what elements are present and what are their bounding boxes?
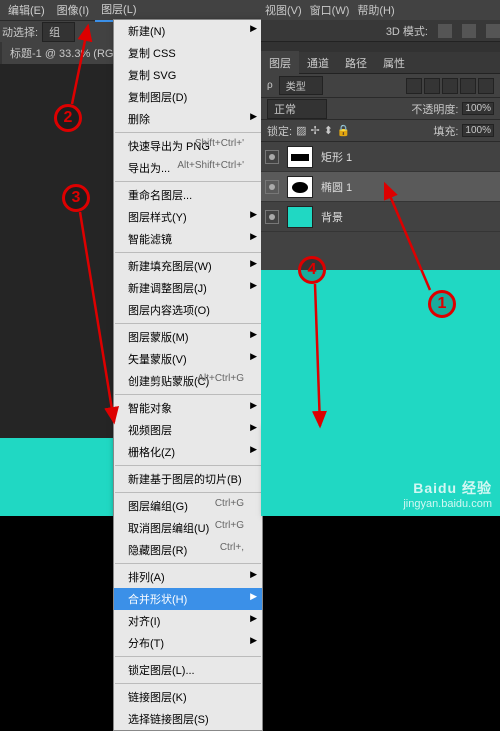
blend-mode-dropdown[interactable]: 正常: [267, 99, 327, 119]
menu-item[interactable]: 取消图层编组(U)Ctrl+G: [114, 517, 262, 539]
lock-icon[interactable]: ▨: [296, 124, 306, 137]
autoselect-dropdown[interactable]: 组: [42, 22, 75, 42]
annotation-2: 2: [54, 104, 82, 132]
layer-name: 矩形 1: [321, 149, 352, 165]
menu-item[interactable]: 矢量蒙版(V)▶: [114, 348, 262, 370]
menu-item[interactable]: 复制 CSS: [114, 42, 262, 64]
layer-menu: 新建(N)▶复制 CSS复制 SVG复制图层(D)删除▶ 快速导出为 PNGShi…: [113, 19, 263, 731]
menu-item[interactable]: 复制 SVG: [114, 64, 262, 86]
menu-item[interactable]: 图层编组(G)Ctrl+G: [114, 495, 262, 517]
menu-edit[interactable]: 编辑(E): [2, 0, 51, 21]
layer-row[interactable]: 矩形 1: [261, 142, 500, 172]
watermark: Baidu 经验 jingyan.baidu.com: [403, 478, 492, 510]
filter-btn-3[interactable]: [442, 78, 458, 94]
menu-item[interactable]: 复制图层(D): [114, 86, 262, 108]
tab-layers[interactable]: 图层: [261, 51, 299, 75]
mode3d-icon-2[interactable]: [462, 24, 476, 38]
lock-label: 锁定:: [267, 123, 292, 139]
menu-item[interactable]: 合并形状(H)▶: [114, 588, 262, 610]
lock-position-icon[interactable]: ⬍: [324, 124, 333, 137]
menu-item[interactable]: 图层样式(Y)▶: [114, 206, 262, 228]
lock-move-icon[interactable]: ✢: [310, 124, 319, 137]
blend-row: 正常 不透明度: 100%: [261, 98, 500, 120]
layer-row[interactable]: 背景: [261, 202, 500, 232]
visibility-icon[interactable]: [265, 180, 279, 194]
visibility-icon[interactable]: [265, 210, 279, 224]
filter-kind-dropdown[interactable]: 类型: [279, 76, 323, 95]
fill-label: 填充:: [433, 123, 458, 139]
menu-help[interactable]: 帮助(H): [357, 2, 394, 18]
lock-row: 锁定: ▨ ✢ ⬍ 🔒 填充: 100%: [261, 120, 500, 142]
menu-item[interactable]: 导出为...Alt+Shift+Ctrl+': [114, 157, 262, 179]
menu-item[interactable]: 排列(A)▶: [114, 566, 262, 588]
menu-item[interactable]: 链接图层(K): [114, 686, 262, 708]
menu-item[interactable]: 新建基于图层的切片(B): [114, 468, 262, 490]
visibility-icon[interactable]: [265, 150, 279, 164]
annotation-3: 3: [62, 184, 90, 212]
mode-3d-label: 3D 模式:: [386, 23, 428, 39]
menu-item[interactable]: 锁定图层(L)...: [114, 659, 262, 681]
menu-item[interactable]: 智能滤镜▶: [114, 228, 262, 250]
filter-btn-2[interactable]: [424, 78, 440, 94]
menu-item[interactable]: 新建调整图层(J)▶: [114, 277, 262, 299]
annotation-4: 4: [298, 256, 326, 284]
layer-list: 矩形 1 椭圆 1 背景: [261, 142, 500, 232]
menu-image[interactable]: 图像(I): [51, 0, 95, 21]
autoselect-label: 动选择:: [2, 24, 38, 40]
layer-name: 背景: [321, 209, 343, 225]
menu-window[interactable]: 窗口(W): [310, 2, 350, 18]
watermark-url: jingyan.baidu.com: [403, 498, 492, 510]
menu-item[interactable]: 快速导出为 PNGShift+Ctrl+': [114, 135, 262, 157]
menu-item[interactable]: 图层内容选项(O): [114, 299, 262, 321]
lock-all-icon[interactable]: 🔒: [337, 124, 351, 137]
menu-item[interactable]: 栅格化(Z)▶: [114, 441, 262, 463]
menu-item[interactable]: 新建填充图层(W)▶: [114, 255, 262, 277]
menu-item[interactable]: 智能对象▶: [114, 397, 262, 419]
watermark-brand: Baidu 经验: [403, 478, 492, 498]
layer-thumb: [287, 176, 313, 198]
filter-btn-4[interactable]: [460, 78, 476, 94]
layer-name: 椭圆 1: [321, 179, 352, 195]
layer-row[interactable]: 椭圆 1: [261, 172, 500, 202]
tab-attrs[interactable]: 属性: [375, 51, 413, 75]
menu-item[interactable]: 重命名图层...: [114, 184, 262, 206]
tab-paths[interactable]: 路径: [337, 51, 375, 75]
layer-thumb: [287, 206, 313, 228]
opacity-value[interactable]: 100%: [462, 102, 494, 115]
right-menubar: 视图(V) 窗口(W) 帮助(H): [261, 0, 500, 20]
filter-btn-1[interactable]: [406, 78, 422, 94]
layer-filter-row: ρ 类型: [261, 74, 500, 98]
menu-item[interactable]: 分布(T)▶: [114, 632, 262, 654]
menu-item[interactable]: 对齐(I)▶: [114, 610, 262, 632]
opacity-label: 不透明度:: [411, 101, 458, 117]
layer-thumb: [287, 146, 313, 168]
menu-item[interactable]: 图层蒙版(M)▶: [114, 326, 262, 348]
control-bar: 3D 模式:: [261, 20, 500, 42]
filter-btn-5[interactable]: [478, 78, 494, 94]
mode3d-icon-1[interactable]: [438, 24, 452, 38]
mode3d-icon-3[interactable]: [486, 24, 500, 38]
fill-value[interactable]: 100%: [462, 124, 494, 137]
menu-item[interactable]: 新建(N)▶: [114, 20, 262, 42]
panel-tabs: 图层 通道 路径 属性: [261, 52, 500, 74]
tab-channels[interactable]: 通道: [299, 51, 337, 75]
menu-item[interactable]: 创建剪贴蒙版(C)Alt+Ctrl+G: [114, 370, 262, 392]
annotation-1: 1: [428, 290, 456, 318]
menu-item[interactable]: 隐藏图层(R)Ctrl+,: [114, 539, 262, 561]
document-tab[interactable]: 标题-1 @ 33.3% (RG: [2, 41, 121, 65]
menu-item[interactable]: 视频图层▶: [114, 419, 262, 441]
right-panel: 视图(V) 窗口(W) 帮助(H) 3D 模式: 图层 通道 路径 属性 ρ 类…: [261, 0, 500, 516]
menu-view[interactable]: 视图(V): [265, 2, 302, 18]
menu-item[interactable]: 选择链接图层(S): [114, 708, 262, 730]
menu-item[interactable]: 删除▶: [114, 108, 262, 130]
